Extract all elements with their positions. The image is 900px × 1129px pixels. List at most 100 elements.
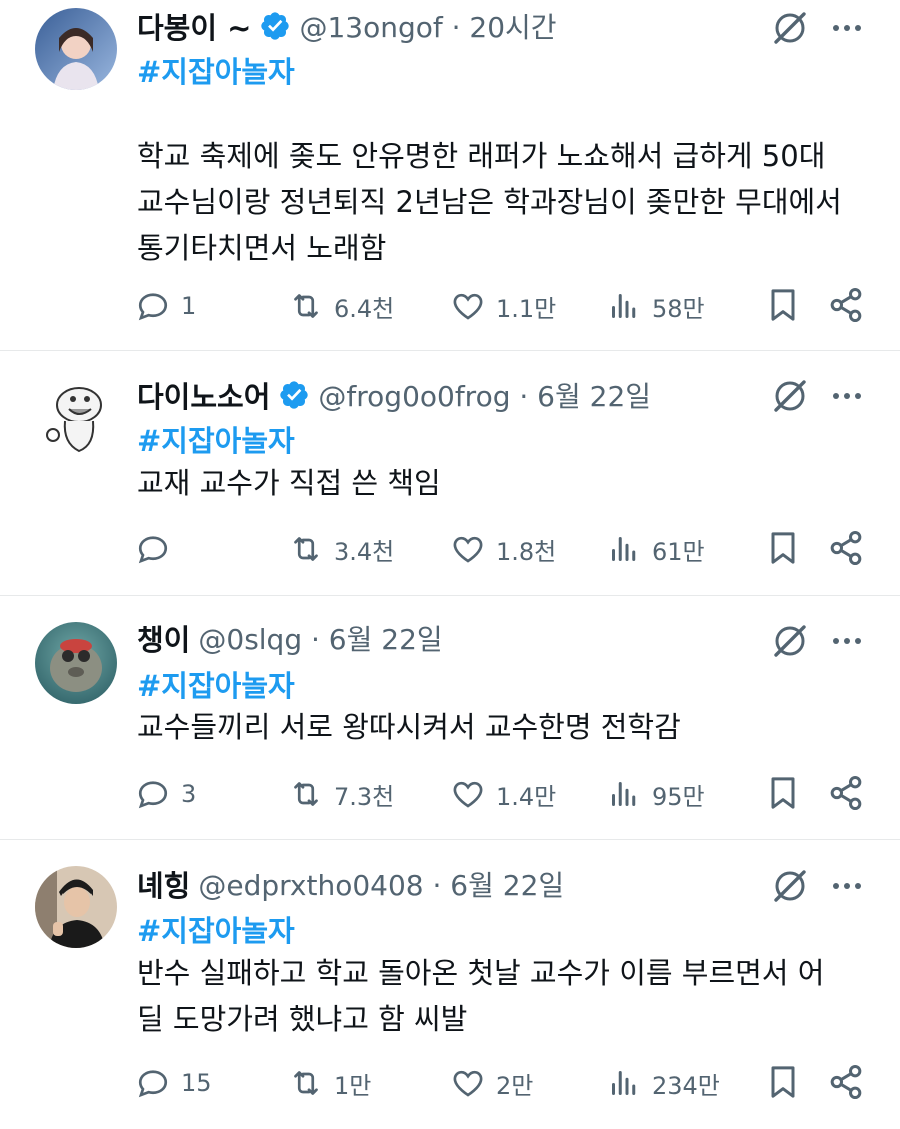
like-button[interactable]: 1.8천: [450, 526, 556, 572]
display-name[interactable]: 녜힝: [137, 863, 190, 905]
avatar[interactable]: [35, 866, 117, 948]
tweet-4[interactable]: 녜힝 @edprxtho0408 · 6월 22일 #지잡아놀자 반수 실패하고…: [0, 840, 900, 1129]
grok-icon[interactable]: [770, 621, 810, 661]
repost-icon: [294, 294, 318, 318]
grok-icon[interactable]: [770, 376, 810, 416]
reply-icon: [138, 293, 168, 321]
grok-icon[interactable]: [770, 866, 810, 906]
tweet-text: 교재 교수가 직접 쓴 책임: [137, 460, 867, 506]
verified-badge-icon: [261, 12, 290, 40]
like-count: 1.8천: [496, 537, 557, 566]
reply-button[interactable]: 3: [135, 771, 196, 817]
views-icon: [612, 1071, 636, 1095]
share-icon[interactable]: [826, 528, 866, 568]
like-icon: [453, 781, 483, 808]
repost-count: 7.3천: [334, 782, 395, 811]
like-button[interactable]: 2만: [450, 1060, 533, 1106]
more-icon[interactable]: [828, 8, 866, 48]
like-count: 1.1만: [496, 294, 557, 323]
repost-count: 3.4천: [334, 537, 395, 566]
reply-count: 3: [181, 780, 197, 808]
tweet-header: 녜힝 @edprxtho0408 · 6월 22일: [137, 862, 564, 906]
grok-icon[interactable]: [770, 8, 810, 48]
tweet-header: 다봉이 ~ @13ongof · 20시간: [137, 4, 557, 48]
views-count: 95만: [652, 782, 705, 811]
bookmark-icon[interactable]: [763, 1062, 803, 1102]
bookmark-icon[interactable]: [763, 285, 803, 325]
like-button[interactable]: 1.4만: [450, 771, 556, 817]
reply-button[interactable]: 15: [135, 1060, 212, 1106]
tweet-2[interactable]: 다이노소어 @frog0o0frog · 6월 22일 #지잡아놀자 교재 교수…: [0, 351, 900, 595]
views-button[interactable]: 234만: [606, 1060, 720, 1106]
views-button[interactable]: 58만: [606, 283, 705, 329]
tweet-text-line: 교수들끼리 서로 왕따시켜서 교수한명 전학감: [137, 710, 681, 744]
like-count: 1.4만: [496, 782, 557, 811]
handle-and-time[interactable]: @frog0o0frog · 6월 22일: [318, 375, 651, 415]
views-count: 234만: [652, 1071, 720, 1100]
share-icon[interactable]: [826, 773, 866, 813]
like-button[interactable]: 1.1만: [450, 283, 556, 329]
action-bar: 3 7.3천 1.4만 95만: [0, 771, 900, 817]
repost-button[interactable]: 3.4천: [288, 526, 394, 572]
action-bar: 15 1만 2만 234만: [0, 1060, 900, 1106]
reply-icon: [138, 536, 168, 564]
tweet-text-line: 통기타치면서 노래함: [137, 231, 387, 265]
display-name[interactable]: 다이노소어: [137, 374, 270, 416]
tweet-1[interactable]: 다봉이 ~ @13ongof · 20시간 #지잡아놀자 학교 축제에 좆도 안…: [0, 0, 900, 350]
tweet-3[interactable]: 챙이 @0slqg · 6월 22일 #지잡아놀자 교수들끼리 서로 왕따시켜서…: [0, 596, 900, 839]
like-icon: [453, 1070, 483, 1097]
tweet-header: 다이노소어 @frog0o0frog · 6월 22일: [137, 373, 651, 417]
more-icon[interactable]: [828, 376, 866, 416]
handle-and-time[interactable]: @edprxtho0408 · 6월 22일: [198, 864, 564, 904]
reply-count: 1: [181, 292, 197, 320]
hashtag-link[interactable]: #지잡아놀자: [137, 666, 295, 706]
repost-icon: [294, 782, 318, 806]
reply-icon: [138, 781, 168, 809]
handle-and-time[interactable]: @13ongof · 20시간: [299, 6, 556, 46]
tweet-text: 교수들끼리 서로 왕따시켜서 교수한명 전학감: [137, 704, 867, 750]
views-button[interactable]: 95만: [606, 771, 705, 817]
views-icon: [612, 294, 636, 318]
repost-button[interactable]: 1만: [288, 1060, 371, 1106]
repost-count: 1만: [334, 1071, 372, 1100]
display-name[interactable]: 다봉이 ~: [137, 5, 251, 47]
verified-badge-icon: [280, 381, 309, 409]
handle-and-time[interactable]: @0slqg · 6월 22일: [198, 618, 442, 658]
repost-button[interactable]: 6.4천: [288, 283, 394, 329]
tweet-text: 반수 실패하고 학교 돌아온 첫날 교수가 이름 부르면서 어 딜 도망가려 했…: [137, 950, 867, 1042]
bookmark-icon[interactable]: [763, 528, 803, 568]
share-icon[interactable]: [826, 1062, 866, 1102]
repost-icon: [294, 1071, 318, 1095]
reply-button[interactable]: [135, 526, 181, 572]
views-button[interactable]: 61만: [606, 526, 705, 572]
tweet-header: 챙이 @0slqg · 6월 22일: [137, 616, 443, 660]
repost-button[interactable]: 7.3천: [288, 771, 394, 817]
tweet-text: 학교 축제에 좆도 안유명한 래퍼가 노쇼해서 급하게 50대 교수님이랑 정년…: [137, 133, 867, 271]
more-icon[interactable]: [828, 621, 866, 661]
tweet-text-line: 교수님이랑 정년퇴직 2년남은 학과장님이 좆만한 무대에서: [137, 185, 842, 219]
like-icon: [453, 293, 483, 320]
more-icon[interactable]: [828, 866, 866, 906]
views-icon: [612, 537, 636, 561]
reply-count: 15: [181, 1069, 212, 1097]
tweet-text-line: 딜 도망가려 했냐고 함 씨발: [137, 1002, 468, 1036]
action-bar: 3.4천 1.8천 61만: [0, 526, 900, 572]
tweet-text-line: 반수 실패하고 학교 돌아온 첫날 교수가 이름 부르면서 어: [137, 956, 825, 990]
hashtag-link[interactable]: #지잡아놀자: [137, 421, 295, 461]
share-icon[interactable]: [826, 285, 866, 325]
avatar[interactable]: [35, 622, 117, 704]
views-icon: [612, 782, 636, 806]
reply-icon: [138, 1070, 168, 1098]
tweet-text-line: 교재 교수가 직접 쓴 책임: [137, 466, 441, 500]
views-count: 61만: [652, 537, 705, 566]
hashtag-link[interactable]: #지잡아놀자: [137, 911, 295, 951]
hashtag-link[interactable]: #지잡아놀자: [137, 52, 295, 92]
avatar[interactable]: [35, 8, 117, 90]
reply-button[interactable]: 1: [135, 283, 196, 329]
like-icon: [453, 536, 483, 563]
display-name[interactable]: 챙이: [137, 617, 190, 659]
repost-icon: [294, 537, 318, 561]
like-count: 2만: [496, 1071, 534, 1100]
avatar[interactable]: [35, 375, 117, 457]
bookmark-icon[interactable]: [763, 773, 803, 813]
